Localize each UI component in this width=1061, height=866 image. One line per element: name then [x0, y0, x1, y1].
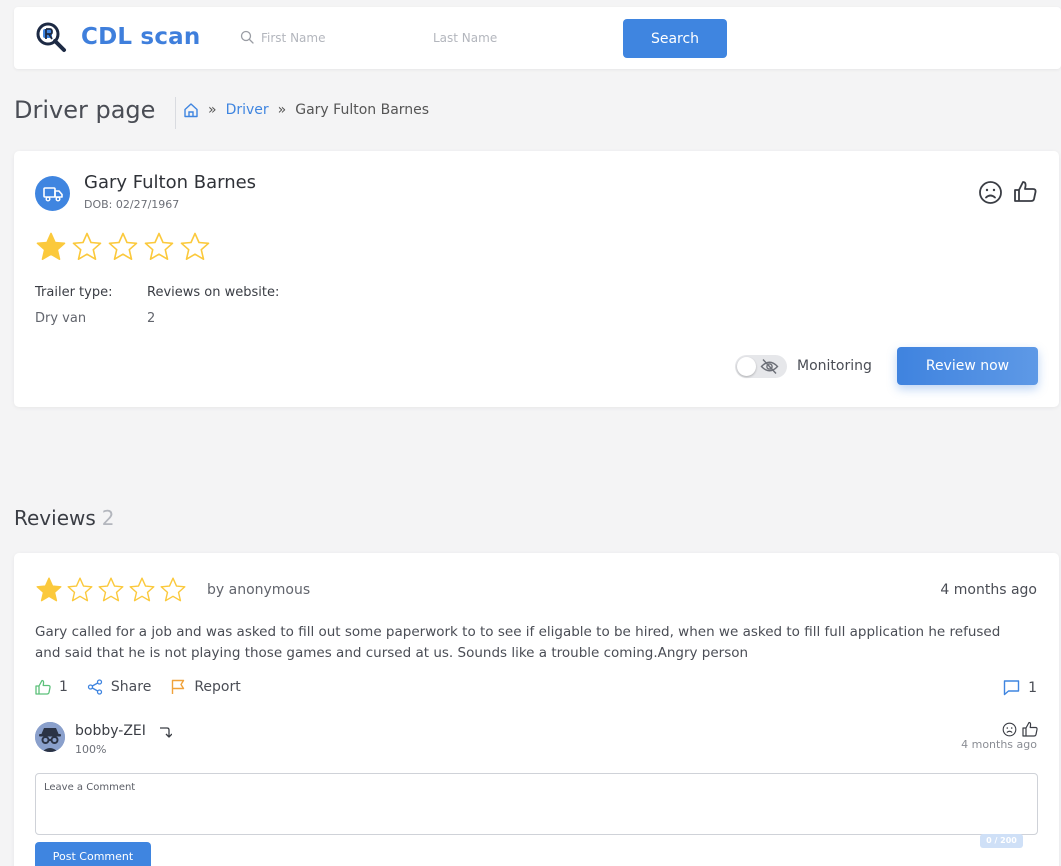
eye-off-icon [760, 359, 779, 374]
star-filled-icon [36, 232, 66, 260]
reviews-title: Reviews 2 [14, 506, 115, 530]
comment-count: 1 [1028, 679, 1037, 696]
star-empty-icon [129, 577, 155, 602]
breadcrumb-link-driver[interactable]: Driver [226, 102, 269, 118]
share-button[interactable]: Share [87, 679, 151, 695]
breadcrumb-separator: » [208, 102, 217, 118]
monitoring-label: Monitoring [797, 358, 872, 374]
search-button[interactable]: Search [623, 19, 727, 58]
thumbs-up-icon[interactable] [1022, 721, 1038, 737]
reviews-count: 2 [101, 506, 115, 530]
reviews-title-text: Reviews [14, 506, 96, 530]
breadcrumb-separator: » [277, 102, 287, 118]
star-empty-icon [180, 232, 210, 260]
driver-name: Gary Fulton Barnes [84, 172, 257, 193]
commenter-score: 100% [75, 743, 107, 756]
comment-icon [1003, 680, 1020, 696]
incognito-avatar-icon [35, 722, 65, 752]
monitoring-toggle[interactable] [735, 355, 787, 378]
search-icon [240, 30, 254, 44]
review-rating-stars [35, 576, 187, 604]
like-count: 1 [59, 679, 68, 695]
comments-button[interactable]: 1 [1003, 679, 1037, 696]
star-empty-icon [144, 232, 174, 260]
breadcrumb: » Driver » Gary Fulton Barnes [183, 102, 429, 118]
share-label: Share [110, 679, 152, 695]
reply-arrow-icon[interactable] [158, 725, 172, 739]
review-actions: 1 Share Report [35, 679, 260, 695]
star-empty-icon [160, 577, 186, 602]
report-label: Report [194, 679, 241, 695]
star-empty-icon [72, 232, 102, 260]
share-icon [87, 679, 103, 695]
logo[interactable]: CDL scan [35, 21, 200, 53]
logo-text: CDL scan [81, 24, 201, 50]
like-button[interactable]: 1 [35, 679, 68, 695]
review-text: Gary called for a job and was asked to f… [35, 624, 1001, 661]
sad-face-icon[interactable] [1002, 722, 1017, 737]
review-time: 4 months ago [940, 582, 1037, 598]
review-now-button[interactable]: Review now [897, 347, 1038, 385]
toggle-knob [737, 357, 756, 376]
reviews-on-website-label: Reviews on website: [147, 285, 280, 300]
sad-face-icon[interactable] [978, 180, 1003, 205]
review-card: by anonymous 4 months ago Gary called fo… [14, 553, 1059, 866]
truck-avatar [35, 176, 70, 211]
logo-icon [36, 22, 66, 52]
last-name-input[interactable] [433, 27, 583, 49]
post-comment-button[interactable]: Post Comment [35, 842, 151, 866]
thumbs-up-icon[interactable] [1013, 179, 1038, 204]
trailer-type-label: Trailer type: [35, 285, 113, 300]
thumbs-up-icon [35, 679, 51, 695]
driver-rating-stars [35, 231, 211, 263]
driver-card: Gary Fulton Barnes DOB: 02/27/1967 Trail… [14, 151, 1059, 407]
star-empty-icon [98, 577, 124, 602]
review-author: by anonymous [207, 582, 311, 598]
driver-dob: DOB: 02/27/1967 [84, 198, 180, 211]
top-bar: CDL scan Search [14, 7, 1061, 69]
commenter-avatar [35, 722, 65, 752]
truck-icon [42, 186, 63, 201]
comment-input[interactable] [35, 773, 1038, 835]
star-empty-icon [67, 577, 93, 602]
page-title: Driver page [14, 96, 156, 124]
flag-icon [172, 679, 185, 694]
trailer-type-value: Dry van [35, 311, 87, 326]
breadcrumb-divider [175, 97, 176, 129]
comment-time: 4 months ago [961, 738, 1037, 751]
report-button[interactable]: Report [170, 679, 241, 695]
breadcrumb-current: Gary Fulton Barnes [295, 102, 430, 118]
commenter-name[interactable]: bobby-ZEI [75, 723, 146, 739]
star-empty-icon [108, 232, 138, 260]
star-filled-icon [36, 577, 62, 602]
reviews-on-website-value: 2 [147, 311, 156, 326]
char-counter: 0 / 200 [980, 834, 1023, 848]
first-name-input[interactable] [261, 27, 411, 49]
home-icon[interactable] [183, 102, 199, 118]
